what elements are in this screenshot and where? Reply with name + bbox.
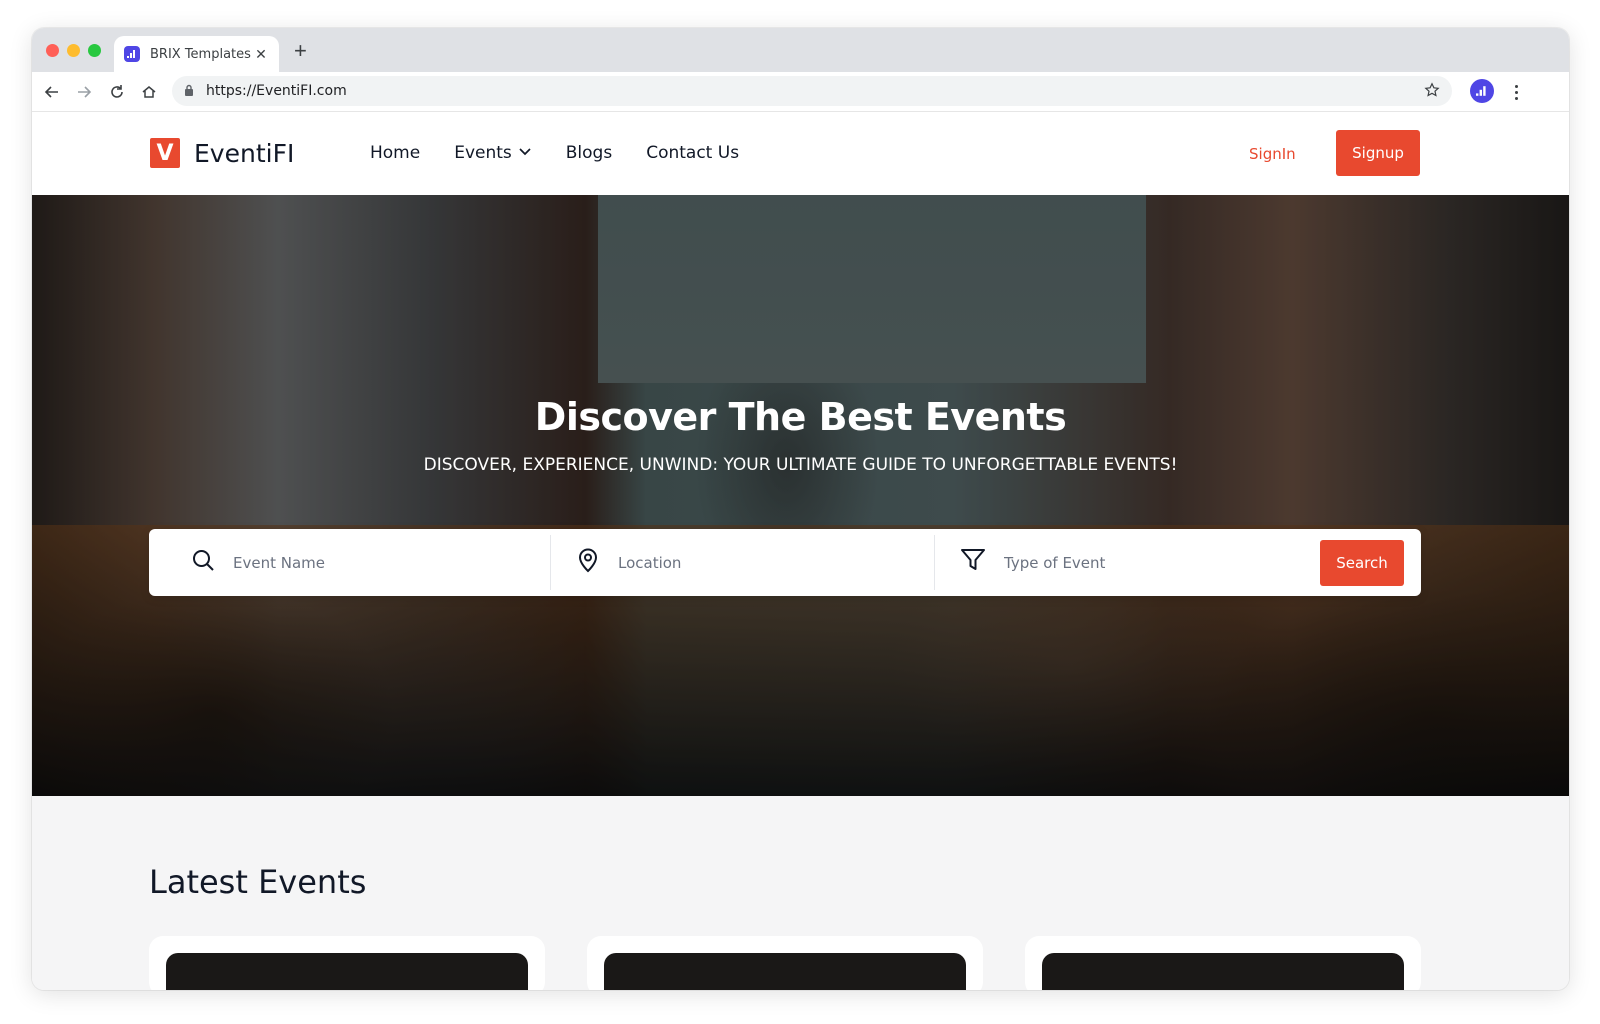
chevron-down-icon xyxy=(518,143,532,163)
event-card-image xyxy=(1042,953,1404,990)
filter-funnel-icon xyxy=(960,548,986,577)
tab-title: BRIX Templates xyxy=(150,46,251,62)
browser-menu-icon[interactable] xyxy=(1504,80,1528,104)
site-header: V EventiFI Home Events Blogs Contact Us … xyxy=(32,112,1569,195)
location-field xyxy=(576,529,878,596)
signin-link[interactable]: SignIn xyxy=(1249,145,1296,163)
brand-name: EventiFI xyxy=(194,138,295,168)
event-card-image xyxy=(166,953,528,990)
signup-button[interactable]: Signup xyxy=(1336,130,1420,176)
event-type-field xyxy=(960,529,1264,596)
hero-section: Discover The Best Events DISCOVER, EXPER… xyxy=(32,195,1569,796)
browser-toolbar: https://EventiFI.com xyxy=(32,72,1569,112)
location-input[interactable] xyxy=(618,553,878,572)
event-card[interactable] xyxy=(587,936,983,990)
screenshot-stage: BRIX Templates ✕ + https://EventiFI.com … xyxy=(0,0,1600,1024)
minimize-window-button[interactable] xyxy=(67,44,80,57)
event-type-input[interactable] xyxy=(1004,553,1264,572)
search-icon xyxy=(191,548,215,577)
event-name-field xyxy=(191,529,493,596)
event-card-image xyxy=(604,953,966,990)
field-divider xyxy=(934,535,935,590)
search-button[interactable]: Search xyxy=(1320,540,1404,586)
reload-icon[interactable] xyxy=(105,80,129,104)
brix-favicon-icon xyxy=(124,46,140,62)
event-card[interactable] xyxy=(149,936,545,990)
new-tab-icon[interactable]: + xyxy=(294,40,307,62)
lock-icon xyxy=(184,84,194,102)
browser-tab[interactable]: BRIX Templates ✕ xyxy=(114,36,279,72)
close-window-button[interactable] xyxy=(46,44,59,57)
event-name-input[interactable] xyxy=(233,553,493,572)
field-divider xyxy=(550,535,551,590)
event-card[interactable] xyxy=(1025,936,1421,990)
logo-mark-icon: V xyxy=(150,138,180,168)
back-arrow-icon[interactable] xyxy=(40,80,64,104)
close-tab-icon[interactable]: ✕ xyxy=(253,46,269,63)
main-nav: Home Events Blogs Contact Us xyxy=(370,143,773,163)
site-logo[interactable]: V EventiFI xyxy=(150,138,294,168)
latest-events-title: Latest Events xyxy=(149,863,367,901)
home-icon[interactable] xyxy=(137,80,161,104)
browser-tab-bar: BRIX Templates ✕ + xyxy=(32,28,1569,72)
bookmark-star-icon[interactable] xyxy=(1424,82,1440,103)
hero-title: Discover The Best Events xyxy=(534,395,1067,439)
hero-subtitle: DISCOVER, EXPERIENCE, UNWIND: YOUR ULTIM… xyxy=(423,455,1178,475)
address-bar[interactable]: https://EventiFI.com xyxy=(172,76,1452,106)
event-search-bar: Search xyxy=(149,529,1421,596)
latest-events-section: Latest Events xyxy=(32,796,1569,990)
url-text: https://EventiFI.com xyxy=(206,83,347,99)
nav-contact[interactable]: Contact Us xyxy=(646,143,739,163)
maximize-window-button[interactable] xyxy=(88,44,101,57)
nav-blogs[interactable]: Blogs xyxy=(566,143,612,163)
nav-home[interactable]: Home xyxy=(370,143,420,163)
forward-arrow-icon[interactable] xyxy=(72,80,96,104)
hero-overlay xyxy=(32,195,1569,796)
profile-avatar-icon[interactable] xyxy=(1470,79,1494,103)
nav-events[interactable]: Events xyxy=(454,143,532,163)
location-pin-icon xyxy=(576,547,600,578)
browser-window: BRIX Templates ✕ + https://EventiFI.com … xyxy=(32,28,1569,990)
nav-events-label: Events xyxy=(454,143,512,163)
